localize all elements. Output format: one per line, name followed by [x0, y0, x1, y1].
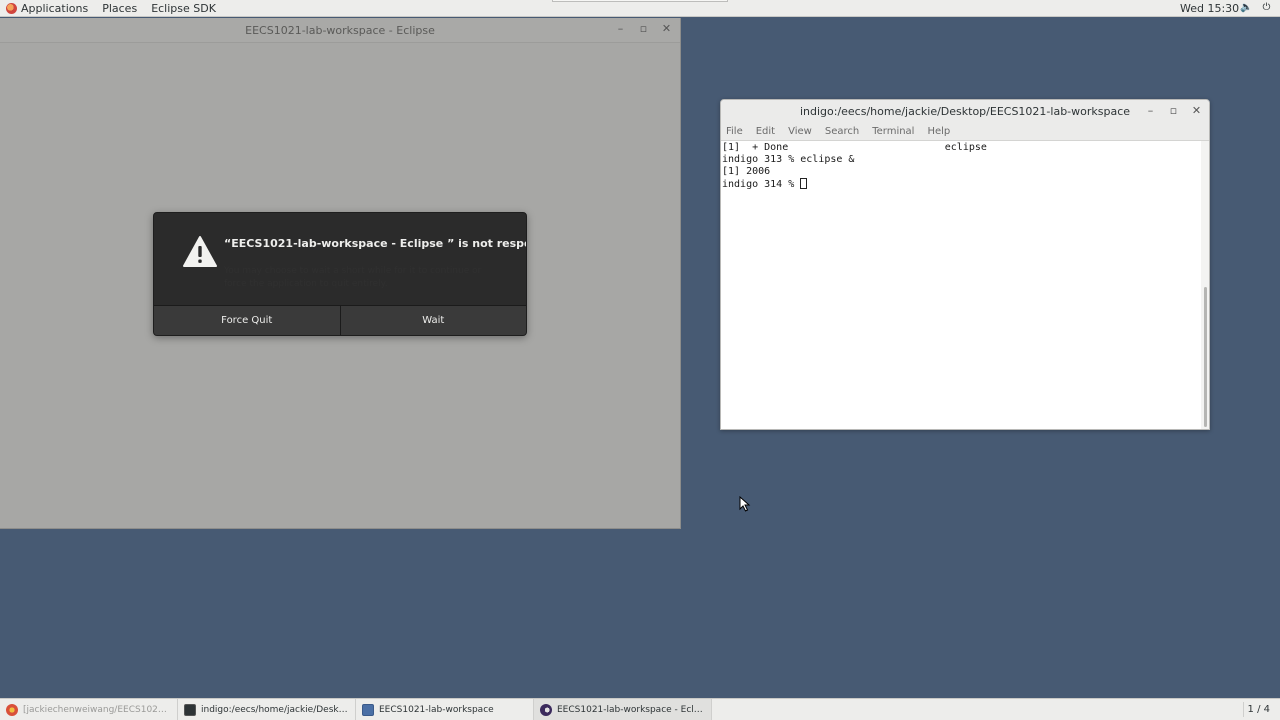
browser-icon	[6, 703, 18, 716]
terminal-prompt-line: indigo 314 %	[722, 178, 1201, 191]
dialog-headline: “EECS1021-lab-workspace - Eclipse ” is n…	[224, 237, 526, 250]
terminal-window-title: indigo:/eecs/home/jackie/Desktop/EECS102…	[799, 105, 1131, 118]
dialog-body: You may choose to wait a short while for…	[224, 266, 482, 289]
terminal-menubar: File Edit View Search Terminal Help	[721, 122, 1209, 141]
not-responding-dialog: “EECS1021-lab-workspace - Eclipse ” is n…	[153, 212, 527, 336]
terminal-titlebar[interactable]: indigo:/eecs/home/jackie/Desktop/EECS102…	[721, 100, 1209, 122]
menu-help[interactable]: Help	[927, 126, 957, 137]
applications-icon	[6, 2, 17, 14]
volume-icon[interactable]: 🔈	[1240, 2, 1252, 13]
eclipse-window-controls: – ▫ ✕	[615, 23, 672, 35]
taskbar: [jackiechenweiwang/EECS1021-lab-... indi…	[0, 698, 1280, 720]
menu-terminal[interactable]: Terminal	[872, 126, 921, 137]
minimize-icon[interactable]: –	[615, 23, 626, 35]
file-manager-icon	[362, 703, 374, 716]
menu-search[interactable]: Search	[825, 126, 866, 137]
applications-menu[interactable]: Applications	[0, 0, 96, 17]
close-icon[interactable]: ✕	[661, 23, 672, 35]
eclipse-sdk-menu-label: Eclipse SDK	[151, 1, 216, 15]
taskbar-item-label: EECS1021-lab-workspace - Eclipse	[557, 704, 705, 715]
places-menu[interactable]: Places	[96, 0, 145, 17]
eclipse-window-title: EECS1021-lab-workspace - Eclipse	[245, 24, 435, 37]
top-bar: Applications Places Eclipse SDK Wed 15:3…	[0, 0, 1280, 17]
close-icon[interactable]: ✕	[1191, 105, 1202, 117]
terminal-window-controls: – ▫ ✕	[1145, 105, 1202, 117]
places-menu-label: Places	[102, 1, 138, 15]
mouse-pointer-icon	[739, 496, 751, 512]
taskbar-item-file-manager[interactable]: EECS1021-lab-workspace	[356, 699, 534, 720]
top-bar-search-hint	[552, 0, 728, 2]
system-tray[interactable]: 🔈 ⏻	[1240, 2, 1272, 13]
menu-view[interactable]: View	[788, 126, 819, 137]
maximize-icon[interactable]: ▫	[638, 23, 649, 35]
terminal-icon	[184, 703, 196, 716]
maximize-icon[interactable]: ▫	[1168, 105, 1179, 117]
taskbar-item-eclipse[interactable]: EECS1021-lab-workspace - Eclipse	[534, 699, 712, 720]
terminal-line: [1] 2006	[722, 166, 771, 177]
terminal-screen[interactable]: [1] + Done eclipse indigo 313 % eclipse &…	[721, 141, 1201, 429]
applications-menu-label: Applications	[21, 1, 89, 15]
terminal-line: [1] + Done eclipse	[722, 142, 987, 153]
taskbar-item-label: EECS1021-lab-workspace	[379, 704, 494, 715]
eclipse-icon	[540, 703, 552, 716]
eclipse-sdk-menu[interactable]: Eclipse SDK	[145, 0, 224, 17]
workspace-indicator[interactable]: 1 / 4	[1242, 702, 1274, 717]
warning-icon	[183, 236, 217, 267]
wait-button[interactable]: Wait	[339, 306, 526, 335]
terminal-scrollbar-thumb[interactable]	[1204, 287, 1207, 427]
dialog-actions: Force Quit Wait	[154, 305, 526, 335]
power-icon[interactable]: ⏻	[1261, 2, 1272, 13]
terminal-cursor	[800, 178, 808, 189]
menu-edit[interactable]: Edit	[756, 126, 782, 137]
taskbar-item-terminal[interactable]: indigo:/eecs/home/jackie/Desktop/E...	[178, 699, 356, 720]
terminal-line: indigo 313 % eclipse &	[722, 154, 855, 165]
taskbar-item-label: indigo:/eecs/home/jackie/Desktop/E...	[201, 704, 349, 715]
eclipse-titlebar[interactable]: EECS1021-lab-workspace - Eclipse – ▫ ✕	[0, 18, 680, 43]
force-quit-button[interactable]: Force Quit	[154, 306, 340, 335]
menu-file[interactable]: File	[726, 126, 750, 137]
terminal-window: indigo:/eecs/home/jackie/Desktop/EECS102…	[720, 99, 1210, 430]
terminal-line: indigo 314 %	[722, 179, 801, 190]
clock[interactable]: Wed 15:30	[1180, 2, 1239, 15]
taskbar-item-browser[interactable]: [jackiechenweiwang/EECS1021-lab-...	[0, 699, 178, 720]
minimize-icon[interactable]: –	[1145, 105, 1156, 117]
terminal-scrollbar[interactable]	[1201, 141, 1209, 429]
taskbar-item-label: [jackiechenweiwang/EECS1021-lab-...	[23, 704, 171, 715]
